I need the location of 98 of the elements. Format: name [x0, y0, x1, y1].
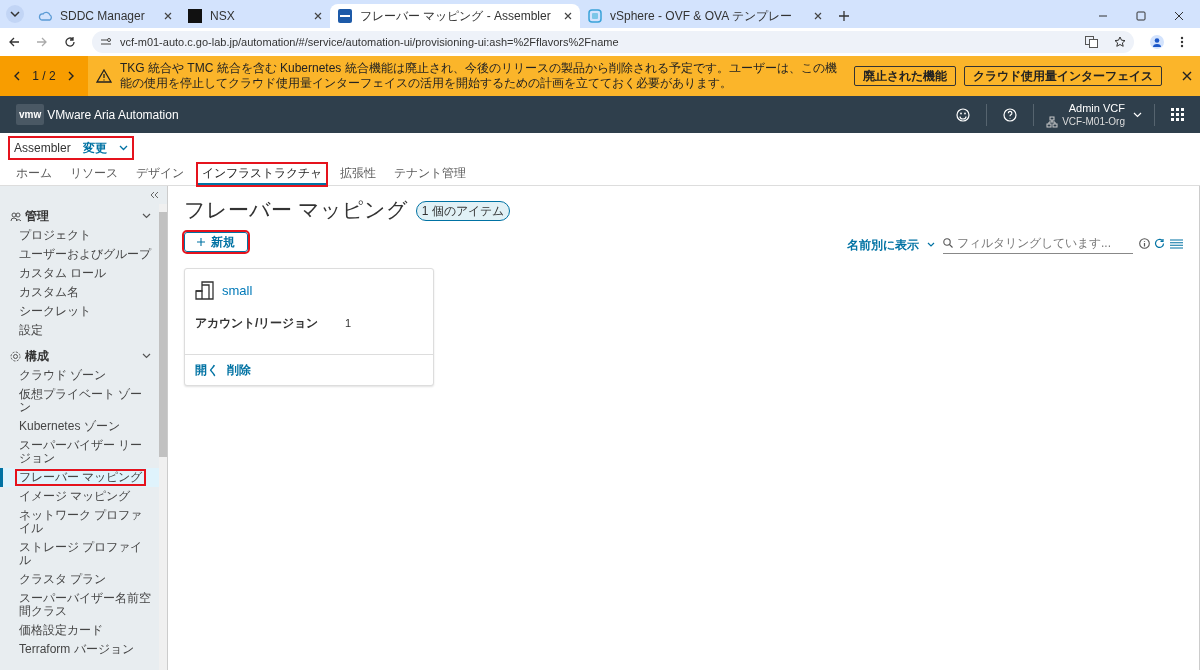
help-icon[interactable]: [1003, 107, 1018, 122]
more-icon[interactable]: [1180, 36, 1184, 48]
new-tab-icon[interactable]: [838, 10, 850, 22]
service-name: Assembler: [14, 140, 71, 157]
sidebar-item[interactable]: プロジェクト: [17, 229, 93, 242]
flavor-icon: [195, 280, 214, 300]
sidebar-item[interactable]: カスタム名: [17, 286, 81, 299]
refresh-icon[interactable]: [1154, 238, 1165, 249]
card-action-link[interactable]: 削除: [227, 361, 251, 379]
sidebar-item[interactable]: ネットワーク プロファイル: [17, 509, 155, 535]
tab-title: SDDC Manager: [60, 8, 146, 25]
nav-tab[interactable]: インフラストラクチャ: [198, 164, 326, 185]
site-settings-icon: [100, 36, 112, 48]
plus-icon: [197, 237, 205, 246]
app-grid-icon[interactable]: [1171, 108, 1184, 121]
close-icon[interactable]: [164, 12, 172, 20]
banner-message: TKG 統合や TMC 統合を含む Kubernetes 統合機能は廃止され、今後のリリースの製品から削除される予定です。ユーザーは、この機能の使用を停止してクラウド使用量インターフェイスの活用を開始するための計画を立てておく必要があります。: [120, 61, 838, 91]
nav-tab[interactable]: リソース: [66, 164, 122, 185]
filter-field[interactable]: フィルタリングしています...: [943, 233, 1133, 254]
card-title[interactable]: small: [222, 280, 253, 300]
banner-button[interactable]: クラウド使用量インターフェイス: [964, 66, 1162, 86]
sidebar-item[interactable]: ユーザーおよびグループ: [17, 248, 153, 261]
chevron-down-icon: [142, 353, 151, 359]
field-value: 1: [345, 315, 352, 331]
site-icon: [588, 9, 602, 23]
back-icon[interactable]: [8, 36, 20, 48]
chevron-down-icon: [142, 213, 151, 219]
org-icon: [1046, 115, 1059, 128]
info-icon[interactable]: [1139, 238, 1150, 249]
chevron-down-icon: [927, 242, 935, 247]
sidebar-item[interactable]: 設定: [17, 324, 45, 337]
warning-icon: [96, 69, 112, 83]
user-menu[interactable]: Admin VCF VCF-M01-Org: [1034, 100, 1154, 129]
page-counter: 1 / 2: [32, 68, 56, 85]
translate-icon[interactable]: [1085, 36, 1098, 48]
banner-button[interactable]: 廃止された機能: [854, 66, 956, 86]
tab-title: NSX: [210, 8, 236, 25]
logo: vmw: [16, 104, 45, 125]
smiley-icon[interactable]: [956, 107, 971, 122]
sidebar-item[interactable]: ストレージ プロファイル: [17, 541, 155, 567]
close-icon[interactable]: [564, 12, 572, 20]
star-icon[interactable]: [1114, 36, 1126, 48]
tab-list-icon[interactable]: [4, 4, 26, 24]
collapse-icon[interactable]: [149, 191, 159, 199]
chevron-left-icon[interactable]: [14, 71, 21, 81]
sidebar-item[interactable]: 仮想プライベート ゾーン: [17, 388, 155, 414]
search-icon: [943, 237, 953, 248]
site-icon: [188, 9, 202, 23]
nav-tab[interactable]: デザイン: [132, 164, 188, 185]
maximize-icon[interactable]: [1136, 11, 1146, 21]
cloud-icon: [38, 9, 52, 23]
url-text: vcf-m01-auto.c.go-lab.jp/automation/#/service/automation-ui/provisioning-ui:ash=%2Fflavors%2Fname: [120, 34, 619, 50]
chevron-right-icon[interactable]: [67, 71, 74, 81]
close-icon[interactable]: [1182, 71, 1192, 81]
chevron-down-icon: [1133, 111, 1142, 118]
user-name: Admin VCF: [1068, 100, 1125, 115]
service-switcher[interactable]: Assembler 変更: [10, 138, 132, 158]
list-view-icon[interactable]: [1170, 238, 1183, 249]
profile-icon[interactable]: [1150, 35, 1164, 49]
site-icon: [338, 9, 352, 23]
field-label: アカウント/リージョン: [195, 315, 320, 332]
nav-tab[interactable]: テナント管理: [390, 164, 470, 185]
sidebar-item[interactable]: スーパーバイザー名前空間クラス: [17, 592, 155, 618]
address-bar[interactable]: vcf-m01-auto.c.go-lab.jp/automation/#/service/automation-ui/provisioning-ui:ash=%2Fflavors%2Fname: [92, 31, 1134, 53]
sidebar-item[interactable]: Kubernetes ゾーン: [17, 420, 122, 433]
browser-tab[interactable]: NSX: [180, 4, 330, 28]
sidebar-group-header[interactable]: 構成: [0, 346, 159, 366]
sidebar-item[interactable]: 価格設定カード: [17, 624, 105, 637]
new-button[interactable]: 新規: [184, 231, 248, 252]
sidebar-group-header[interactable]: 管理: [0, 206, 159, 226]
reload-icon[interactable]: [64, 36, 76, 48]
tab-title: フレーバー マッピング - Assembler: [360, 8, 552, 25]
gear-icon: [10, 350, 21, 362]
close-icon[interactable]: [1174, 11, 1184, 21]
browser-tab[interactable]: SDDC Manager: [30, 4, 180, 28]
nav-tab[interactable]: 拡張性: [336, 164, 380, 185]
sidebar-item[interactable]: Terraform バージョン: [17, 643, 136, 656]
card-action-link[interactable]: 開く: [195, 361, 219, 379]
people-icon: [10, 210, 21, 222]
sidebar-item[interactable]: スーパーバイザー リージョン: [17, 439, 155, 465]
product-name: VMware Aria Automation: [47, 106, 179, 124]
sidebar-item[interactable]: クラスタ プラン: [17, 573, 109, 586]
sidebar-item[interactable]: クラウド ゾーン: [17, 369, 109, 382]
close-icon[interactable]: [314, 12, 322, 20]
chevron-down-icon: [118, 145, 128, 151]
sidebar-item[interactable]: カスタム ロール: [17, 267, 109, 280]
sort-dropdown[interactable]: 名前別に表示: [847, 235, 935, 254]
browser-tab[interactable]: vSphere - OVF & OVA テンプレー: [580, 4, 830, 28]
nav-tab[interactable]: ホーム: [12, 164, 56, 185]
page-title: フレーバー マッピング: [184, 197, 408, 223]
browser-tab[interactable]: フレーバー マッピング - Assembler: [330, 4, 580, 28]
close-icon[interactable]: [814, 12, 822, 20]
count-badge: 1 個のアイテム: [415, 200, 510, 221]
tab-title: vSphere - OVF & OVA テンプレー: [610, 8, 793, 25]
sidebar-item[interactable]: シークレット: [17, 305, 93, 318]
org-name: VCF-M01-Org: [1062, 114, 1125, 129]
sidebar-item[interactable]: イメージ マッピング: [17, 490, 133, 503]
change-link[interactable]: 変更: [82, 139, 107, 157]
